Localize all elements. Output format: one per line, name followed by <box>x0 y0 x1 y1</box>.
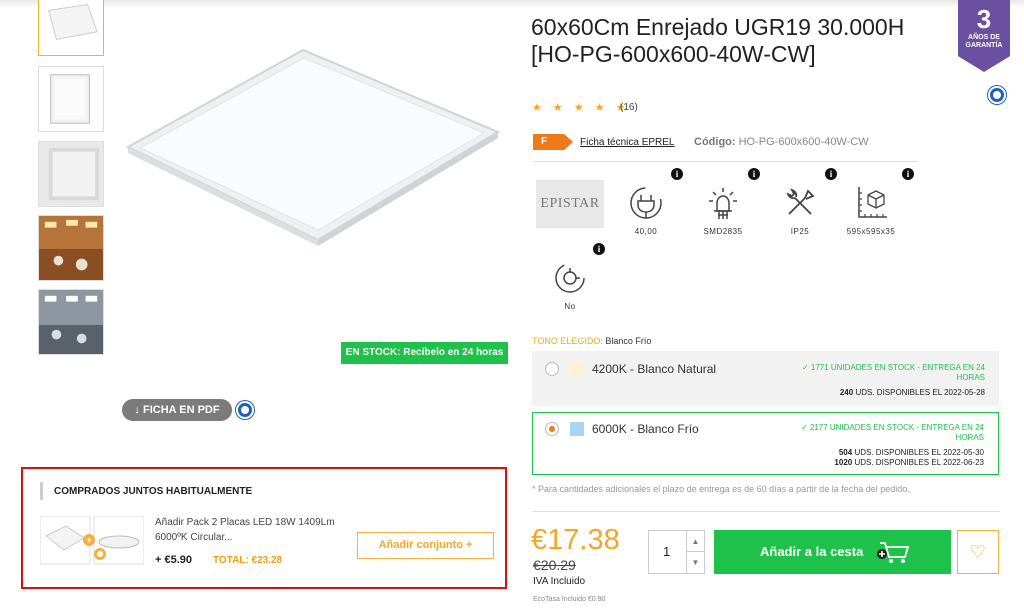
bought-together-price: + €5.90 <box>155 554 193 566</box>
increment-icon[interactable]: ▲ <box>687 531 704 552</box>
rating-stars[interactable]: ★ ★ ★ ★ ★ <box>532 101 630 114</box>
option-availability: 504 UDS. DISPONIBLES EL 2022-05-30 1020 … <box>834 448 984 468</box>
main-product-image[interactable] <box>118 40 508 320</box>
warranty-line-2: GARANTÍA <box>965 42 1003 49</box>
info-icon[interactable]: i <box>902 168 914 180</box>
divider <box>533 161 918 162</box>
thumbnail-4[interactable] <box>38 215 104 281</box>
avail-qty: 1020 <box>834 458 853 467</box>
option-name: 6000K - Blanco Frío <box>592 422 699 436</box>
warranty-years: 3 <box>976 4 992 34</box>
delivery-note: * Para cantidades adicionales el plazo d… <box>532 484 910 494</box>
avail-qty: 240 <box>839 388 854 397</box>
tools-icon <box>786 188 815 215</box>
old-price: €20.29 <box>533 557 576 573</box>
pdf-download-button[interactable]: ↓ FICHA EN PDF <box>122 399 232 421</box>
color-swatch <box>570 422 584 436</box>
spec-power: 40,00 <box>606 183 686 236</box>
tone-label-text: TONO ELEGIDO: <box>532 336 603 346</box>
spec-power-value: 40,00 <box>634 227 658 236</box>
radio-button-selected[interactable] <box>545 422 559 436</box>
thumbnail-3[interactable] <box>38 141 104 207</box>
thumbnail-2[interactable] <box>38 66 104 132</box>
stock-line-1: ✓ 1771 UNIDADES EN STOCK - ENTREGA EN 24 <box>801 363 985 372</box>
spec-dimmable: No <box>530 258 610 311</box>
certification-seal-icon <box>236 401 254 419</box>
product-title: 60x60Cm Enrejado UGR19 30.000H [HO-PG-60… <box>531 14 905 67</box>
add-to-cart-button[interactable]: Añadir a la cesta <box>714 530 951 574</box>
led-chip-icon <box>709 188 737 219</box>
stock-line-2: HORAS <box>956 373 985 382</box>
stock-badge: EN STOCK: Recíbelo en 24 horas <box>341 342 508 364</box>
quantity-input[interactable]: 1 <box>663 544 670 559</box>
info-icon[interactable]: i <box>748 168 760 180</box>
energy-class-tag[interactable]: F <box>533 134 573 150</box>
warranty-line-1: AÑOS DE <box>968 34 1000 41</box>
tone-option-4200k[interactable]: 4200K - Blanco Natural ✓ 1771 UNIDADES E… <box>532 351 999 406</box>
spec-led-chip-value: SMD2835 <box>703 227 743 236</box>
cart-icon <box>877 542 910 563</box>
current-price: €17.38 <box>531 524 620 556</box>
eprel-link[interactable]: Ficha técnica EPREL <box>580 137 675 148</box>
product-code: Código: HO-PG-600x600-40W-CW <box>694 136 869 148</box>
dimmer-icon <box>555 263 585 293</box>
thumbnail-1[interactable] <box>38 0 104 56</box>
spec-led-chip: SMD2835 <box>683 183 763 236</box>
option-stock: ✓ 2177 UNIDADES EN STOCK - ENTREGA EN 24… <box>764 423 984 443</box>
option-availability: 240 UDS. DISPONIBLES EL 2022-05-28 <box>840 388 985 398</box>
plug-icon <box>630 187 662 219</box>
bought-together-title: COMPRADOS JUNTOS HABITUALMENTE <box>40 482 252 500</box>
code-label: Código: <box>694 136 736 148</box>
tone-selected: Blanco Frío <box>605 336 652 346</box>
dimensions-icon <box>858 187 887 218</box>
stock-line-2: HORAS <box>955 433 984 442</box>
color-swatch <box>570 362 584 376</box>
avail-text: UDS. DISPONIBLES EL 2022-06-23 <box>854 458 984 467</box>
tone-label: TONO ELEGIDO: Blanco Frío <box>532 336 651 346</box>
avail-text: UDS. DISPONIBLES EL 2022-05-30 <box>854 448 984 457</box>
warranty-badge: 3 AÑOS DE GARANTÍA <box>958 0 1010 72</box>
avail-qty: 504 <box>838 448 853 457</box>
spec-dimensions-value: 595x595x35 <box>846 227 896 236</box>
top-shadow <box>0 0 1024 8</box>
description-line-1: Añadir Pack 2 Placas LED 18W 1409Lm <box>155 517 335 528</box>
thumbnail-5[interactable] <box>38 289 104 355</box>
avail-text: UDS. DISPONIBLES EL 2022-05-28 <box>855 388 985 397</box>
description-line-2: 6000ºK Circular... <box>155 532 233 543</box>
divider <box>533 511 1000 512</box>
epistar-logo: EPISTAR <box>536 180 604 228</box>
bought-together-images[interactable]: + <box>39 515 145 572</box>
info-icon[interactable]: i <box>593 243 605 255</box>
review-count[interactable]: (16) <box>620 102 638 113</box>
spec-ip-rating-value: IP25 <box>790 227 810 236</box>
stock-line-1: ✓ 2177 UNIDADES EN STOCK - ENTREGA EN 24 <box>800 423 984 432</box>
info-icon[interactable]: i <box>671 168 683 180</box>
quantity-arrows: ▲ ▼ <box>686 531 704 573</box>
quantity-stepper[interactable]: 1 ▲ ▼ <box>648 530 705 574</box>
bought-together-box: COMPRADOS JUNTOS HABITUALMENTE + Añadir … <box>21 467 507 589</box>
bought-together-total: TOTAL: €23.28 <box>213 555 283 566</box>
option-stock: ✓ 1771 UNIDADES EN STOCK - ENTREGA EN 24… <box>765 363 985 383</box>
bought-together-description[interactable]: Añadir Pack 2 Placas LED 18W 1409Lm 6000… <box>155 515 345 545</box>
info-icon[interactable]: i <box>825 168 837 180</box>
option-name: 4200K - Blanco Natural <box>592 362 717 376</box>
vat-note: IVA Incluido <box>533 576 586 587</box>
svg-text:+: + <box>86 535 91 545</box>
decrement-icon[interactable]: ▼ <box>687 552 704 573</box>
spec-dimensions: 595x595x35 <box>831 183 911 236</box>
tone-option-6000k[interactable]: 6000K - Blanco Frío ✓ 2177 UNIDADES EN S… <box>532 412 999 475</box>
spec-ip-rating: IP25 <box>760 183 840 236</box>
add-to-cart-label: Añadir a la cesta <box>760 544 864 559</box>
spec-dimmable-value: No <box>564 302 576 311</box>
ecotasa-note: EcoTasa Incluido €0.90 <box>533 596 606 603</box>
radio-button[interactable] <box>545 362 559 376</box>
wishlist-heart-icon[interactable]: ♡ <box>957 530 999 574</box>
add-bundle-button[interactable]: Añadir conjunto + <box>357 532 494 559</box>
code-value: HO-PG-600x600-40W-CW <box>738 136 869 148</box>
certification-seal-icon <box>988 86 1006 104</box>
